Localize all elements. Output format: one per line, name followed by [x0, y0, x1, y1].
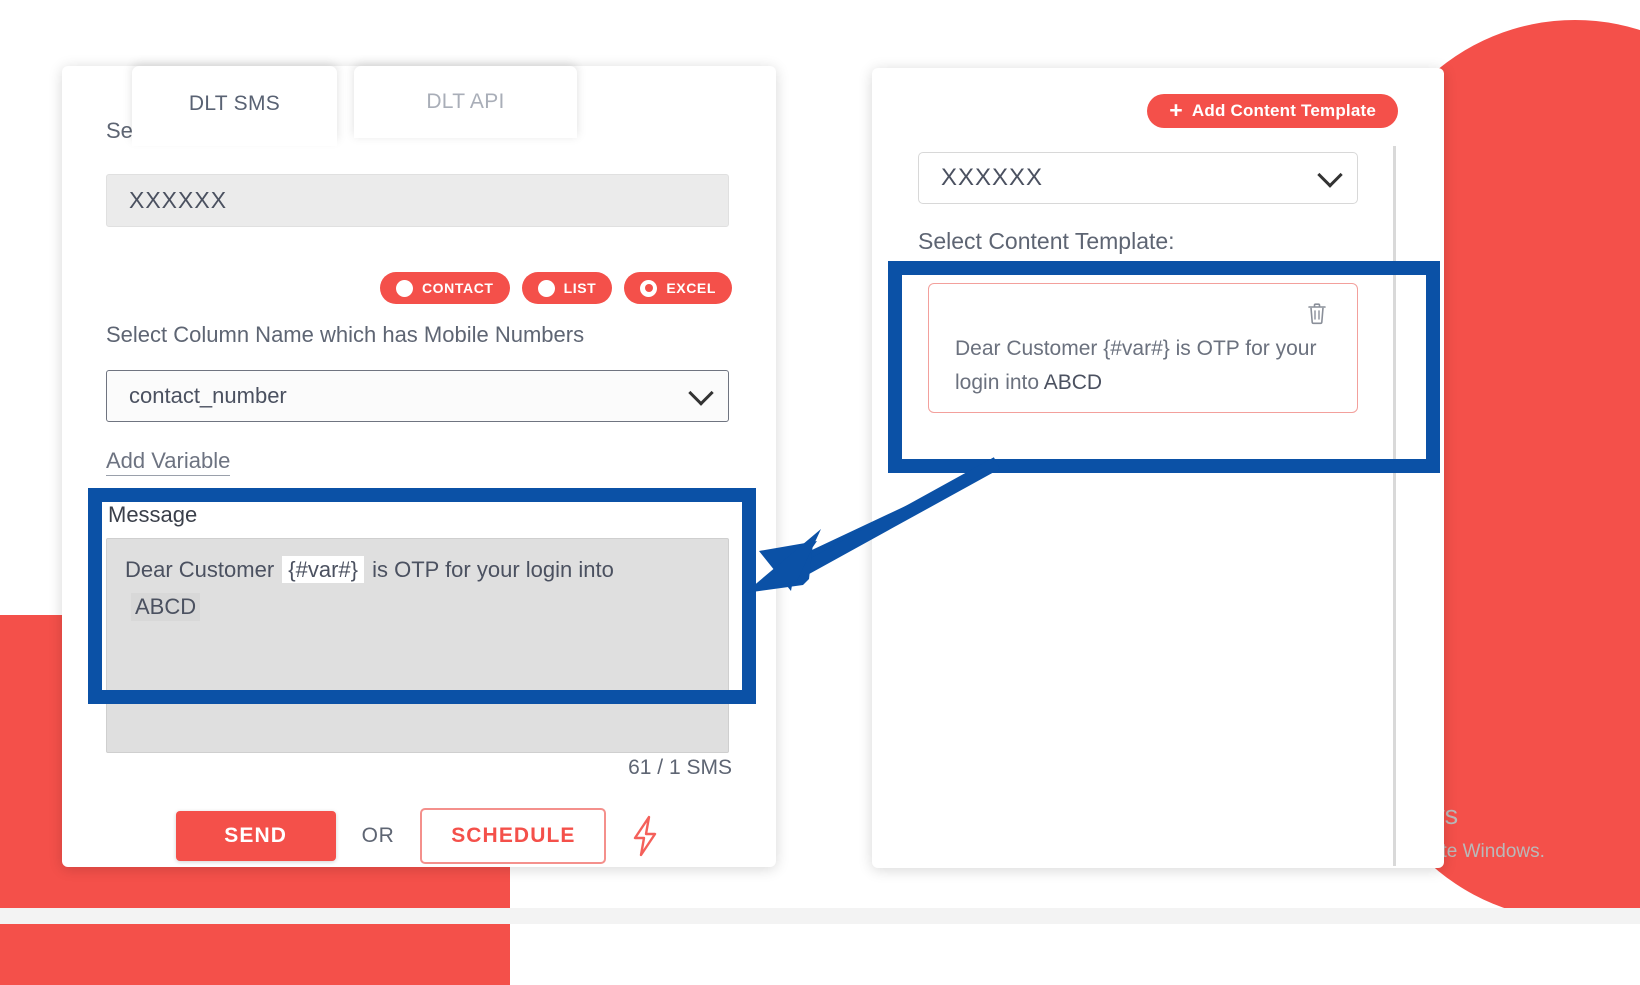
add-content-template-button[interactable]: + Add Content Template [1147, 94, 1398, 128]
sender-id-input[interactable]: XXXXXX [106, 174, 729, 227]
right-panel-scrollbar[interactable] [1393, 146, 1396, 866]
source-option-contact[interactable]: CONTACT [379, 272, 510, 304]
sender-id-value: XXXXXX [129, 187, 228, 213]
chevron-down-icon [688, 379, 714, 406]
page-footer-strip [0, 908, 1640, 924]
sms-counter: 61 / 1 SMS [628, 756, 732, 779]
source-option-excel[interactable]: EXCEL [624, 272, 732, 304]
source-type-radio-group: CONTACT LIST EXCEL [379, 272, 732, 304]
send-button[interactable]: SEND [175, 811, 336, 861]
source-option-list[interactable]: LIST [521, 272, 613, 304]
column-select-value: contact_number [129, 383, 287, 408]
annotation-box-template [888, 261, 1440, 473]
sender-select-value: XXXXXX [941, 164, 1044, 191]
annotation-arrow [745, 457, 1000, 593]
radio-contact-icon [395, 279, 413, 297]
source-option-excel-label: EXCEL [666, 280, 716, 296]
schedule-button[interactable]: SCHEDULE [420, 808, 607, 864]
annotation-box-message [88, 488, 756, 704]
dlt-sms-panel: DLT SMS DLT API Sender ID XXXXXX CONTACT… [62, 66, 776, 867]
tab-dlt-api-label: DLT API [426, 90, 505, 113]
source-option-contact-label: CONTACT [421, 280, 494, 296]
tab-dlt-api[interactable]: DLT API [354, 66, 577, 138]
chevron-down-icon [1317, 161, 1343, 188]
dlt-sms-form: Sender ID XXXXXX CONTACT LIST EXCEL Sele… [62, 66, 776, 867]
tab-dlt-sms-label: DLT SMS [188, 92, 281, 115]
select-content-template-label: Select Content Template: [918, 228, 1175, 254]
add-content-template-label: Add Content Template [1191, 101, 1376, 120]
sender-select-dropdown[interactable]: XXXXXX [918, 152, 1358, 204]
radio-excel-icon [640, 279, 658, 297]
column-select-label: Select Column Name which has Mobile Numb… [106, 322, 585, 347]
action-row: SEND OR SCHEDULE [62, 808, 776, 864]
plus-icon: + [1169, 96, 1183, 123]
add-variable-link[interactable]: Add Variable [106, 448, 231, 476]
lightning-bolt-icon[interactable] [628, 814, 662, 858]
tab-dlt-sms[interactable]: DLT SMS [132, 66, 337, 146]
source-option-list-label: LIST [563, 280, 597, 296]
or-separator-label: OR [361, 824, 395, 847]
radio-list-icon [537, 279, 555, 297]
column-select-dropdown[interactable]: contact_number [106, 370, 729, 422]
